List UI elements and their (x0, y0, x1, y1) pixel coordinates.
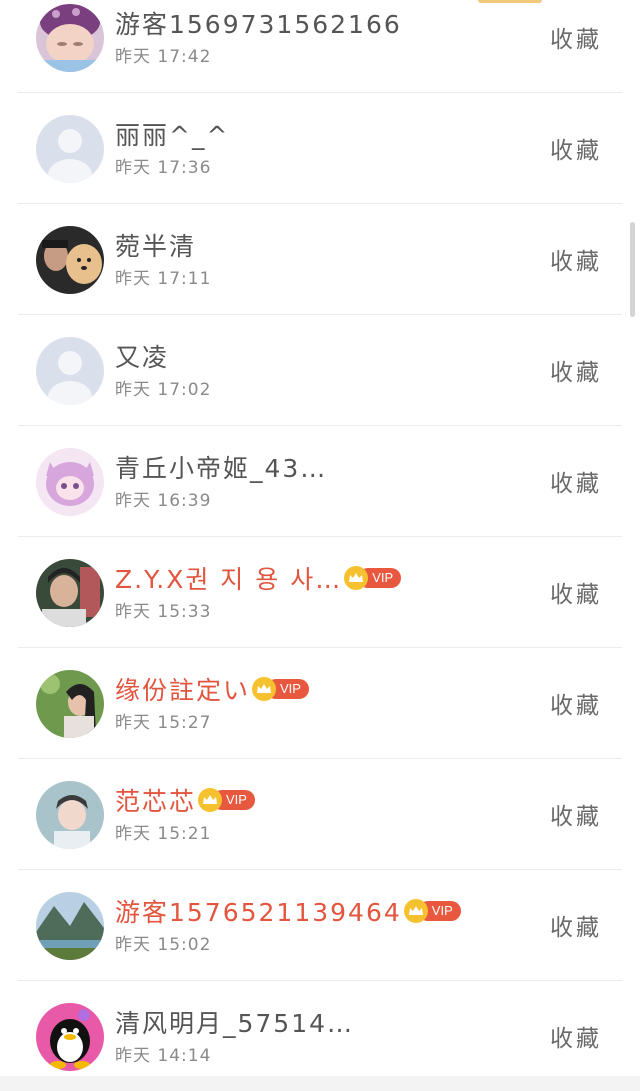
avatar[interactable] (36, 1003, 104, 1071)
list-item[interactable]: 清风明月_57514… 昨天 14:14 收藏 (18, 981, 622, 1091)
favorite-button[interactable]: 收藏 (550, 20, 602, 54)
user-name[interactable]: 清风明月_57514… (115, 1004, 354, 1040)
favorite-button[interactable]: 收藏 (550, 686, 602, 720)
avatar[interactable] (36, 226, 104, 294)
name-line: 丽丽^_^ (115, 116, 229, 152)
visitor-list: 游客1569731562166 昨天 17:42 收藏 丽丽^_^ 昨天 17:… (18, 0, 622, 1091)
visit-time: 昨天 15:02 (115, 935, 212, 955)
avatar[interactable] (36, 559, 104, 627)
visit-time: 昨天 17:11 (115, 269, 212, 289)
vip-badge: VIP (403, 899, 461, 923)
favorite-button[interactable]: 收藏 (550, 131, 602, 165)
bottom-edge (0, 1076, 640, 1091)
name-line: 菀半清 (115, 227, 196, 263)
name-line: 青丘小帝姬_43… (115, 449, 327, 485)
list-item[interactable]: Z.Y.X권 지 용 사… VIP 昨天 15:33 收藏 (18, 537, 622, 648)
visit-time: 昨天 16:39 (115, 491, 212, 511)
visit-time: 昨天 17:02 (115, 380, 212, 400)
avatar[interactable] (36, 781, 104, 849)
avatar[interactable] (36, 337, 104, 405)
visit-time: 昨天 14:14 (115, 1046, 212, 1066)
favorite-button[interactable]: 收藏 (550, 242, 602, 276)
avatar[interactable] (36, 115, 104, 183)
favorite-button[interactable]: 收藏 (550, 353, 602, 387)
avatar[interactable] (36, 448, 104, 516)
vip-badge: VIP (344, 566, 402, 590)
favorite-button[interactable]: 收藏 (550, 464, 602, 498)
name-line: 缘份註定い VIP (115, 671, 309, 707)
user-name[interactable]: Z.Y.X권 지 용 사… (115, 560, 342, 596)
visit-time: 昨天 17:36 (115, 158, 212, 178)
crown-icon (403, 899, 428, 923)
list-item[interactable]: 青丘小帝姬_43… 昨天 16:39 收藏 (18, 426, 622, 537)
name-line: 清风明月_57514… (115, 1004, 354, 1040)
guest-list-page: 游客1569731562166 昨天 17:42 收藏 丽丽^_^ 昨天 17:… (0, 0, 640, 1091)
list-item[interactable]: 范芯芯 VIP 昨天 15:21 收藏 (18, 759, 622, 870)
name-line: 范芯芯 VIP (115, 782, 255, 818)
name-line: 游客1576521139464 VIP (115, 893, 461, 929)
user-name[interactable]: 又凌 (115, 338, 169, 374)
avatar[interactable] (36, 4, 104, 72)
vip-badge: VIP (198, 788, 255, 812)
user-name[interactable]: 青丘小帝姬_43… (115, 449, 327, 485)
visit-time: 昨天 15:33 (115, 602, 212, 622)
avatar[interactable] (36, 670, 104, 738)
favorite-button[interactable]: 收藏 (550, 575, 602, 609)
visit-time: 昨天 15:21 (115, 824, 212, 844)
user-name[interactable]: 范芯芯 (115, 782, 196, 818)
user-name[interactable]: 缘份註定い (115, 671, 250, 707)
visit-time: 昨天 17:42 (115, 47, 212, 67)
list-item[interactable]: 丽丽^_^ 昨天 17:36 收藏 (18, 93, 622, 204)
scrollbar-thumb[interactable] (630, 222, 635, 317)
user-name[interactable]: 游客1576521139464 (115, 893, 402, 929)
user-name[interactable]: 菀半清 (115, 227, 196, 263)
crown-icon (252, 677, 277, 701)
name-line: Z.Y.X권 지 용 사… VIP (115, 560, 402, 596)
list-item[interactable]: 缘份註定い VIP 昨天 15:27 收藏 (18, 648, 622, 759)
user-name[interactable]: 游客1569731562166 (115, 5, 402, 41)
avatar[interactable] (36, 892, 104, 960)
list-item[interactable]: 游客1576521139464 VIP 昨天 15:02 收藏 (18, 870, 622, 981)
list-item[interactable]: 又凌 昨天 17:02 收藏 (18, 315, 622, 426)
favorite-button[interactable]: 收藏 (550, 797, 602, 831)
visit-time: 昨天 15:27 (115, 713, 212, 733)
vip-badge: VIP (252, 677, 309, 701)
favorite-button[interactable]: 收藏 (550, 1019, 602, 1053)
list-item[interactable]: 菀半清 昨天 17:11 收藏 (18, 204, 622, 315)
favorite-button[interactable]: 收藏 (550, 908, 602, 942)
list-item[interactable]: 游客1569731562166 昨天 17:42 收藏 (18, 0, 622, 93)
user-name[interactable]: 丽丽^_^ (115, 116, 229, 152)
name-line: 游客1569731562166 (115, 5, 402, 41)
name-line: 又凌 (115, 338, 169, 374)
crown-icon (198, 788, 223, 812)
